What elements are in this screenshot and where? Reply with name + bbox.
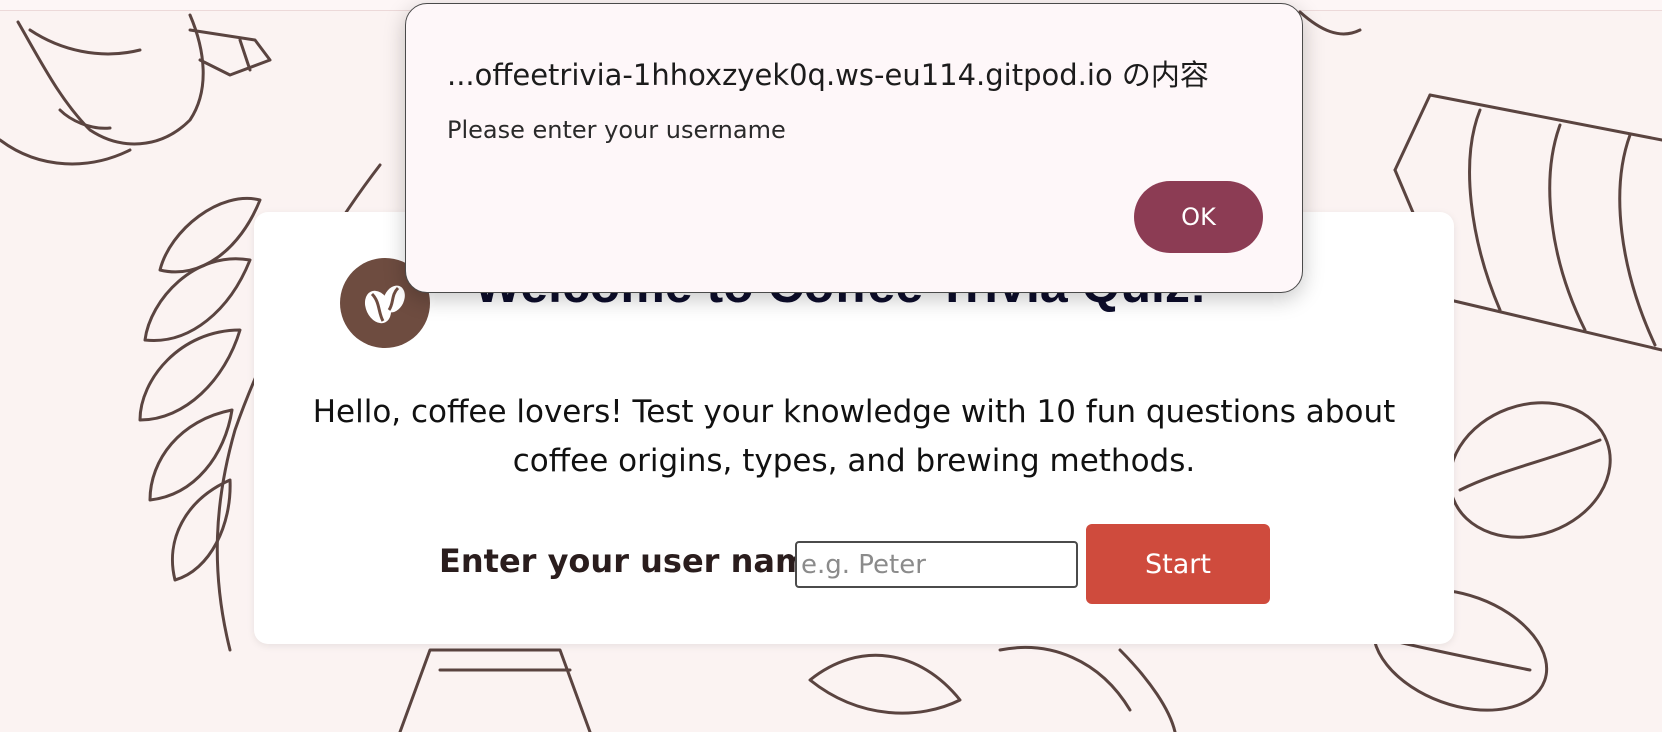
intro-text: Hello, coffee lovers! Test your knowledg… <box>294 388 1414 486</box>
bottom-sketches <box>398 646 1177 732</box>
ok-button[interactable]: OK <box>1134 181 1263 253</box>
dialog-title: ...offeetrivia-1hhoxzyek0q.ws-eu114.gitp… <box>447 58 1209 92</box>
coffee-bag-sketch <box>16 13 272 146</box>
start-button[interactable]: Start <box>1086 524 1270 604</box>
username-input[interactable] <box>795 541 1078 588</box>
top-leaf-right <box>1298 10 1362 36</box>
username-label: Enter your user name <box>439 542 830 580</box>
intro-line-2: coffee origins, types, and brewing metho… <box>512 443 1196 479</box>
username-form: Enter your user name Start <box>254 524 1454 604</box>
alert-dialog: ...offeetrivia-1hhoxzyek0q.ws-eu114.gitp… <box>405 3 1303 293</box>
dialog-message: Please enter your username <box>447 116 786 144</box>
intro-line-1: Hello, coffee lovers! Test your knowledg… <box>312 394 1396 430</box>
